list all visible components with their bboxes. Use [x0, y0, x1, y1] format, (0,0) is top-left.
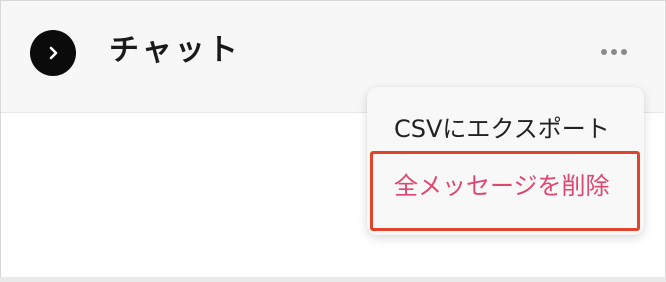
collapse-button[interactable] — [30, 30, 76, 76]
chevron-right-icon — [49, 46, 58, 60]
more-options-button[interactable] — [597, 42, 631, 62]
ellipsis-icon — [601, 49, 607, 55]
page-title: チャット — [109, 33, 241, 68]
menu-item-export-csv[interactable]: CSVにエクスポート — [394, 114, 610, 144]
highlight-annotation — [370, 151, 640, 231]
ellipsis-dot — [621, 49, 627, 55]
panel-bottom-edge — [0, 277, 666, 282]
ellipsis-dot — [611, 49, 617, 55]
